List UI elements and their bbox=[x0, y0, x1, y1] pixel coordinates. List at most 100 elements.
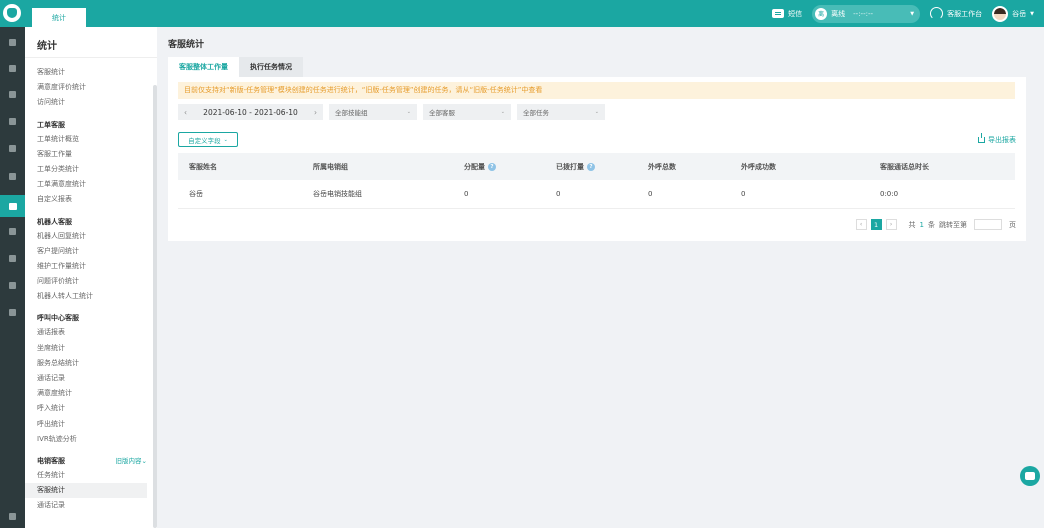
sidebar-group-title: 工单客服 bbox=[37, 120, 65, 129]
sidebar-item[interactable]: 工单统计概览 bbox=[25, 132, 147, 147]
sidebar-item[interactable]: 问题评价统计 bbox=[25, 274, 147, 289]
total-prefix: 共 bbox=[908, 220, 916, 229]
home-icon[interactable] bbox=[7, 37, 18, 48]
sidebar-title: 统计 bbox=[37, 41, 57, 52]
column-header: 客服姓名 bbox=[178, 153, 302, 180]
stats-table: 客服姓名 所属电销组 分配量? 已拨打量? 外呼总数 外呼成功数 客服通话总时长… bbox=[178, 153, 1015, 209]
table-cell: 0 bbox=[453, 180, 545, 209]
grid-icon[interactable] bbox=[7, 63, 18, 74]
sidebar-group-title: 呼叫中心客服 bbox=[37, 314, 79, 323]
chevron-down-icon: ▼ bbox=[1030, 10, 1034, 17]
tab-task-execution[interactable]: 执行任务情况 bbox=[239, 57, 303, 77]
status-label: 离线 bbox=[831, 9, 846, 18]
user-menu[interactable]: 谷岳 ▼ bbox=[992, 5, 1034, 22]
top-tab-stats[interactable]: 统计 bbox=[32, 8, 86, 27]
sidebar-scrollbar[interactable] bbox=[153, 85, 157, 528]
tab-overall-workload[interactable]: 客服整体工作量 bbox=[168, 57, 239, 77]
status-badge: 离 bbox=[815, 7, 828, 20]
chevron-right-icon[interactable]: › bbox=[314, 108, 317, 117]
chevron-left-icon[interactable]: ‹ bbox=[184, 108, 187, 117]
chat-float-button[interactable] bbox=[1020, 466, 1040, 486]
column-header: 分配量 bbox=[464, 162, 485, 171]
total-suffix: 条 bbox=[928, 220, 935, 229]
bell-icon[interactable] bbox=[7, 511, 18, 522]
agent-select[interactable]: 全部客服 ⌄ bbox=[423, 104, 511, 120]
column-header: 外呼成功数 bbox=[730, 153, 869, 180]
sidebar-item[interactable]: 维护工作量统计 bbox=[25, 259, 147, 274]
chat-icon[interactable] bbox=[7, 143, 18, 154]
sidebar-item[interactable]: 通话报表 bbox=[25, 325, 147, 340]
sidebar-item[interactable]: 坐席统计 bbox=[25, 341, 147, 356]
tab-bar: 客服整体工作量 执行任务情况 bbox=[168, 57, 303, 77]
sidebar-group-title: 电销客服 bbox=[37, 456, 65, 465]
top-bar: 统计 短信 离 离线 --:--:-- ▼ 客服工作台 谷岳 ▼ bbox=[0, 0, 1044, 27]
help-icon[interactable]: ? bbox=[587, 162, 595, 171]
custom-fields-button[interactable]: 自定义字段 ⌄ bbox=[178, 132, 238, 147]
table-cell: 谷岳电销技能组 bbox=[302, 180, 453, 209]
stats-panel: 目前仅支持对“新版-任务管理”模块创建的任务进行统计，“旧版-任务管理”创建的任… bbox=[168, 77, 1026, 241]
page-suffix: 页 bbox=[1009, 220, 1016, 229]
next-page-button[interactable]: › bbox=[885, 219, 897, 230]
sidebar-item[interactable]: 客服工作量 bbox=[25, 147, 147, 162]
gear-icon[interactable] bbox=[7, 253, 18, 264]
old-content-label: 旧版内容 bbox=[115, 456, 142, 465]
sms-button[interactable]: 短信 bbox=[772, 9, 802, 19]
sidebar-item[interactable]: 呼入统计 bbox=[25, 401, 147, 416]
sidebar-item-active[interactable]: 客服统计 bbox=[25, 483, 147, 499]
export-button[interactable]: 导出报表 bbox=[978, 133, 1016, 145]
pagination: ‹ 1 › 共 1 条 跳转至第 页 bbox=[855, 219, 1016, 230]
prev-page-button[interactable]: ‹ bbox=[855, 219, 867, 230]
task-select[interactable]: 全部任务 ⌄ bbox=[517, 104, 605, 120]
sidebar-item[interactable]: 客户提问统计 bbox=[25, 244, 147, 259]
sidebar-item[interactable]: 满意度统计 bbox=[25, 386, 147, 401]
date-range-value: 2021-06-10 - 2021-06-10 bbox=[203, 107, 298, 117]
skill-group-select[interactable]: 全部技能组 ⌄ bbox=[329, 104, 417, 120]
old-content-toggle[interactable]: 旧版内容⌄ bbox=[116, 451, 147, 471]
user-icon[interactable] bbox=[7, 171, 18, 182]
select-value: 全部技能组 bbox=[335, 109, 368, 117]
divider bbox=[25, 57, 157, 58]
status-dropdown[interactable]: 离 离线 --:--:-- ▼ bbox=[812, 4, 921, 23]
sidebar-item[interactable]: 呼出统计 bbox=[25, 417, 147, 432]
workbench-button[interactable]: 客服工作台 bbox=[930, 7, 982, 20]
sidebar-item[interactable]: 通话记录 bbox=[25, 371, 147, 386]
sidebar-item[interactable]: 客服统计 bbox=[25, 65, 147, 80]
search-icon[interactable] bbox=[7, 226, 18, 237]
table-cell: 0:0:0 bbox=[869, 180, 1015, 209]
app-logo[interactable] bbox=[3, 4, 21, 22]
column-header-dialed: 已拨打量? bbox=[545, 153, 637, 180]
sidebar-item[interactable]: 访问统计 bbox=[25, 95, 147, 110]
sidebar-group-title: 机器人客服 bbox=[37, 217, 72, 226]
table-row: 谷岳 谷岳电销技能组 0 0 0 0 0:0:0 bbox=[178, 180, 1015, 209]
sidebar-item[interactable]: IVR轨迹分析 bbox=[25, 432, 147, 447]
help-icon[interactable]: ? bbox=[488, 162, 496, 171]
sidebar-item[interactable]: 自定义报表 bbox=[25, 192, 147, 207]
sidebar-item[interactable]: 工单分类统计 bbox=[25, 162, 147, 177]
sidebar-item[interactable]: 服务总结统计 bbox=[25, 356, 147, 371]
sidebar-item[interactable]: 机器人转人工统计 bbox=[25, 289, 147, 304]
chevron-down-icon: ▼ bbox=[910, 10, 915, 17]
profile-icon[interactable] bbox=[7, 307, 18, 318]
sidebar-item[interactable]: 机器人回复统计 bbox=[25, 229, 147, 244]
card-icon[interactable] bbox=[7, 280, 18, 291]
chat-icon bbox=[1025, 472, 1035, 480]
phone-icon[interactable] bbox=[7, 116, 18, 127]
sidebar-item[interactable]: 工单满意度统计 bbox=[25, 177, 147, 192]
avatar bbox=[992, 5, 1009, 22]
sms-label: 短信 bbox=[788, 9, 803, 18]
sidebar-item[interactable]: 通话记录 bbox=[25, 498, 147, 513]
tooth-icon bbox=[7, 8, 17, 18]
column-header-assigned: 分配量? bbox=[453, 153, 545, 180]
trash-icon[interactable] bbox=[7, 89, 18, 100]
jump-page-input[interactable] bbox=[974, 219, 1002, 230]
notice-banner: 目前仅支持对“新版-任务管理”模块创建的任务进行统计，“旧版-任务管理”创建的任… bbox=[178, 82, 1015, 99]
sidebar: 统计 客服统计 满意度评价统计 访问统计 工单客服 工单统计概览 客服工作量 工… bbox=[25, 27, 157, 528]
column-header: 客服通话总时长 bbox=[869, 153, 1015, 180]
page-title: 客服统计 bbox=[168, 40, 205, 50]
table-cell: 谷岳 bbox=[178, 180, 302, 209]
table-cell: 0 bbox=[637, 180, 730, 209]
date-range-picker[interactable]: ‹ 2021-06-10 - 2021-06-10 › bbox=[178, 104, 323, 120]
page-number-current[interactable]: 1 bbox=[870, 219, 882, 230]
stats-icon[interactable] bbox=[0, 195, 25, 217]
sidebar-item[interactable]: 满意度评价统计 bbox=[25, 80, 147, 95]
